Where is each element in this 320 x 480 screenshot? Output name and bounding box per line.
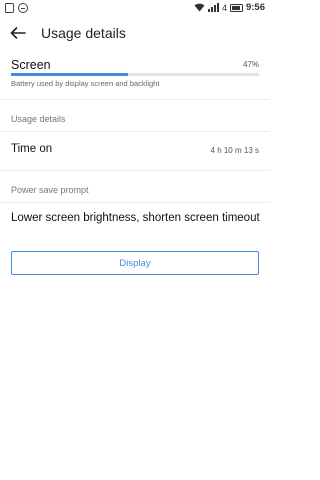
- screen-description: Battery used by display screen and backl…: [11, 79, 160, 88]
- usage-progress-bar: [11, 73, 259, 76]
- page-title: Usage details: [41, 25, 126, 41]
- screen-usage-item: Screen 47% Battery used by display scree…: [0, 54, 270, 96]
- battery-level-text: 4: [221, 2, 227, 13]
- divider: [0, 99, 270, 100]
- usage-progress-fill: [11, 73, 128, 76]
- divider: [0, 131, 270, 132]
- divider: [0, 170, 270, 171]
- do-not-disturb-icon: [18, 3, 28, 13]
- time-on-label: Time on: [11, 143, 53, 155]
- battery-icon: [229, 3, 243, 12]
- wifi-icon: [194, 3, 205, 12]
- time-on-value: 4 h 10 m 13 s: [210, 146, 259, 155]
- divider: [0, 202, 270, 203]
- power-save-header: Power save prompt: [11, 185, 89, 195]
- back-button[interactable]: [7, 22, 29, 44]
- screen-percent: 47%: [242, 60, 259, 69]
- display-button[interactable]: Display: [11, 251, 259, 275]
- signal-icon: [207, 3, 219, 12]
- back-arrow-icon: [10, 27, 26, 39]
- screen-label: Screen: [11, 58, 51, 72]
- status-bar: 4 9:56: [0, 0, 270, 17]
- power-save-tip: Lower screen brightness, shorten screen …: [11, 212, 260, 224]
- clock: 9:56: [245, 2, 265, 13]
- notification-app-icon: [5, 3, 14, 13]
- usage-details-header: Usage details: [11, 114, 66, 124]
- app-bar: Usage details: [0, 17, 270, 50]
